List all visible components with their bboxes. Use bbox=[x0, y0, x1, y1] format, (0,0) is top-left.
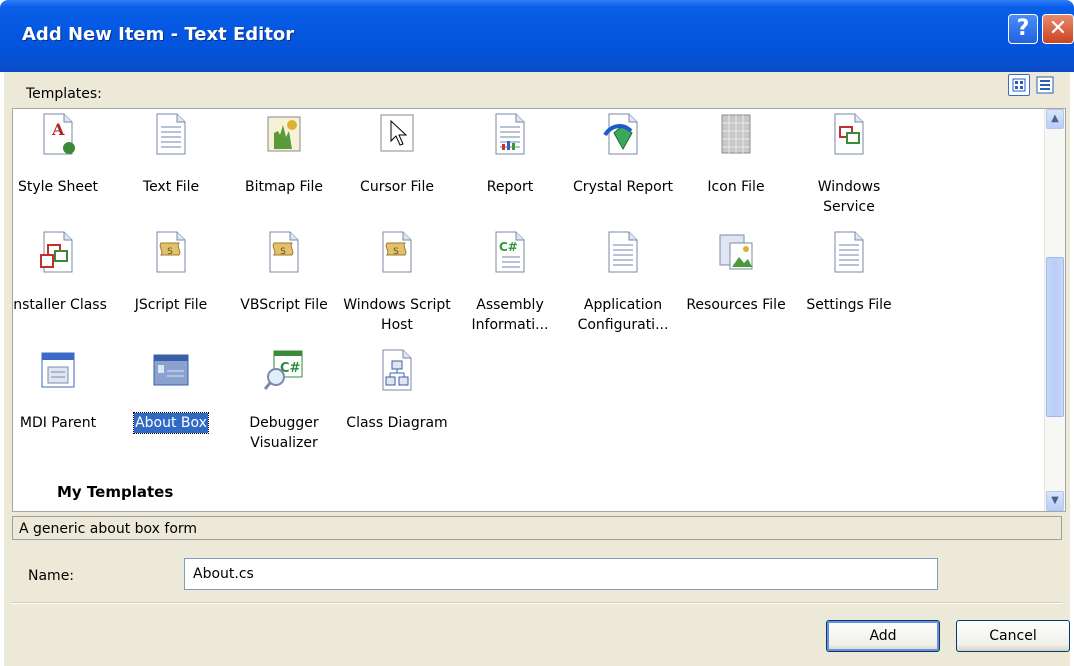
icon-file-icon bbox=[721, 114, 751, 154]
template-item-label: Debugger Visualizer bbox=[249, 415, 319, 451]
mdi-parent-icon bbox=[41, 352, 75, 388]
template-item-label: About Box bbox=[133, 412, 209, 434]
help-button[interactable]: ? bbox=[1008, 14, 1038, 44]
template-item[interactable]: Text File bbox=[115, 113, 227, 197]
resources-file-icon bbox=[719, 234, 753, 270]
template-item[interactable]: A Style Sheet bbox=[13, 113, 114, 197]
template-item-label: Settings File bbox=[806, 297, 892, 313]
text-file-icon bbox=[156, 113, 186, 155]
template-item[interactable]: Report bbox=[454, 113, 566, 197]
template-item[interactable]: Cursor File bbox=[341, 113, 453, 197]
template-item-label: Class Diagram bbox=[346, 415, 448, 431]
template-item[interactable]: Resources File bbox=[680, 231, 792, 315]
template-item-label: JScript File bbox=[134, 297, 208, 313]
svg-text:C#: C# bbox=[499, 240, 518, 254]
class-diagram-icon bbox=[382, 349, 412, 391]
template-description: A generic about box form bbox=[12, 516, 1062, 540]
template-item[interactable]: Installer Class bbox=[12, 231, 114, 315]
template-item[interactable]: MDI Parent bbox=[13, 349, 114, 433]
close-button[interactable]: ✕ bbox=[1042, 14, 1074, 44]
template-item-label: VBScript File bbox=[240, 297, 328, 313]
report-icon bbox=[495, 113, 525, 155]
template-item[interactable]: Crystal Report bbox=[567, 113, 679, 197]
svg-text:S: S bbox=[280, 247, 286, 257]
debugger-visualizer-icon: C# bbox=[264, 350, 303, 390]
templates-scrollbar[interactable]: ▲ ▼ bbox=[1044, 109, 1065, 511]
template-item-label: Report bbox=[486, 179, 534, 195]
template-item[interactable]: C# Debugger Visualizer bbox=[228, 349, 340, 453]
cursor-file-icon bbox=[380, 114, 414, 152]
template-item-label: Windows Script Host bbox=[343, 297, 451, 333]
template-item[interactable]: Class Diagram bbox=[341, 349, 453, 433]
svg-text:S: S bbox=[167, 247, 173, 257]
name-label: Name: bbox=[28, 568, 75, 584]
jscript-file-icon: S bbox=[156, 231, 186, 273]
template-item-label: Bitmap File bbox=[245, 179, 323, 195]
windows-service-icon bbox=[834, 113, 864, 155]
template-item-label: Style Sheet bbox=[17, 179, 99, 195]
large-icons-icon bbox=[1012, 78, 1026, 92]
assembly-info-icon: C# bbox=[495, 231, 525, 273]
large-icons-view-button[interactable] bbox=[1008, 74, 1030, 96]
svg-text:A: A bbox=[51, 120, 65, 139]
settings-file-icon bbox=[834, 231, 864, 273]
style-sheet-icon: A bbox=[43, 113, 75, 155]
small-icons-icon bbox=[1036, 76, 1054, 94]
separator bbox=[12, 602, 1062, 604]
template-item-label: Crystal Report bbox=[573, 179, 673, 195]
app-config-icon bbox=[608, 231, 638, 273]
template-item[interactable]: Icon File bbox=[680, 113, 792, 197]
vbscript-file-icon: S bbox=[269, 231, 299, 273]
templates-label: Templates: bbox=[26, 86, 102, 102]
templates-list[interactable]: A Style Sheet Text File Bitmap File Cursor F… bbox=[12, 108, 1066, 512]
template-item[interactable]: Application Configurati... bbox=[567, 231, 679, 335]
template-item[interactable]: About Box bbox=[115, 349, 227, 434]
template-item-label: Application Configurati... bbox=[577, 297, 669, 333]
template-item[interactable]: S JScript File bbox=[115, 231, 227, 315]
cancel-button[interactable]: Cancel bbox=[956, 620, 1070, 652]
template-item-label: Text File bbox=[142, 179, 200, 195]
template-item-label: Installer Class bbox=[12, 297, 107, 313]
crystal-report-icon bbox=[603, 113, 638, 155]
scroll-up-button[interactable]: ▲ bbox=[1046, 109, 1064, 129]
add-new-item-dialog: Add New Item - Text Editor ? ✕ Templates… bbox=[0, 0, 1074, 666]
template-item[interactable]: Settings File bbox=[793, 231, 905, 315]
scroll-down-button[interactable]: ▼ bbox=[1046, 491, 1064, 511]
template-item[interactable]: S VBScript File bbox=[228, 231, 340, 315]
template-item-label: Assembly Informati... bbox=[471, 297, 549, 333]
bitmap-file-icon bbox=[267, 116, 301, 152]
my-templates-header: My Templates bbox=[57, 483, 174, 501]
small-icons-view-button[interactable] bbox=[1034, 74, 1056, 96]
template-item-label: MDI Parent bbox=[19, 415, 97, 431]
template-item-label: Windows Service bbox=[817, 179, 881, 215]
dialog-title: Add New Item - Text Editor bbox=[22, 24, 295, 45]
template-item-label: Resources File bbox=[686, 297, 786, 313]
scroll-thumb[interactable] bbox=[1046, 257, 1064, 417]
template-item-label: Cursor File bbox=[360, 179, 434, 195]
template-item-label: Icon File bbox=[707, 179, 765, 195]
about-box-icon bbox=[153, 354, 189, 386]
installer-class-icon bbox=[40, 231, 73, 273]
name-input[interactable] bbox=[184, 558, 938, 590]
template-item[interactable]: C# Assembly Informati... bbox=[454, 231, 566, 335]
windows-script-host-icon: S bbox=[382, 231, 412, 273]
add-button[interactable]: Add bbox=[826, 620, 940, 652]
dialog-client-area: Templates: A Style Sheet Text File Bitmap F… bbox=[4, 72, 1070, 666]
template-item[interactable]: S Windows Script Host bbox=[341, 231, 453, 335]
title-bar: Add New Item - Text Editor ? ✕ bbox=[0, 0, 1074, 72]
template-item[interactable]: Bitmap File bbox=[228, 113, 340, 197]
template-item[interactable]: Windows Service bbox=[793, 113, 905, 217]
svg-text:S: S bbox=[393, 247, 399, 257]
